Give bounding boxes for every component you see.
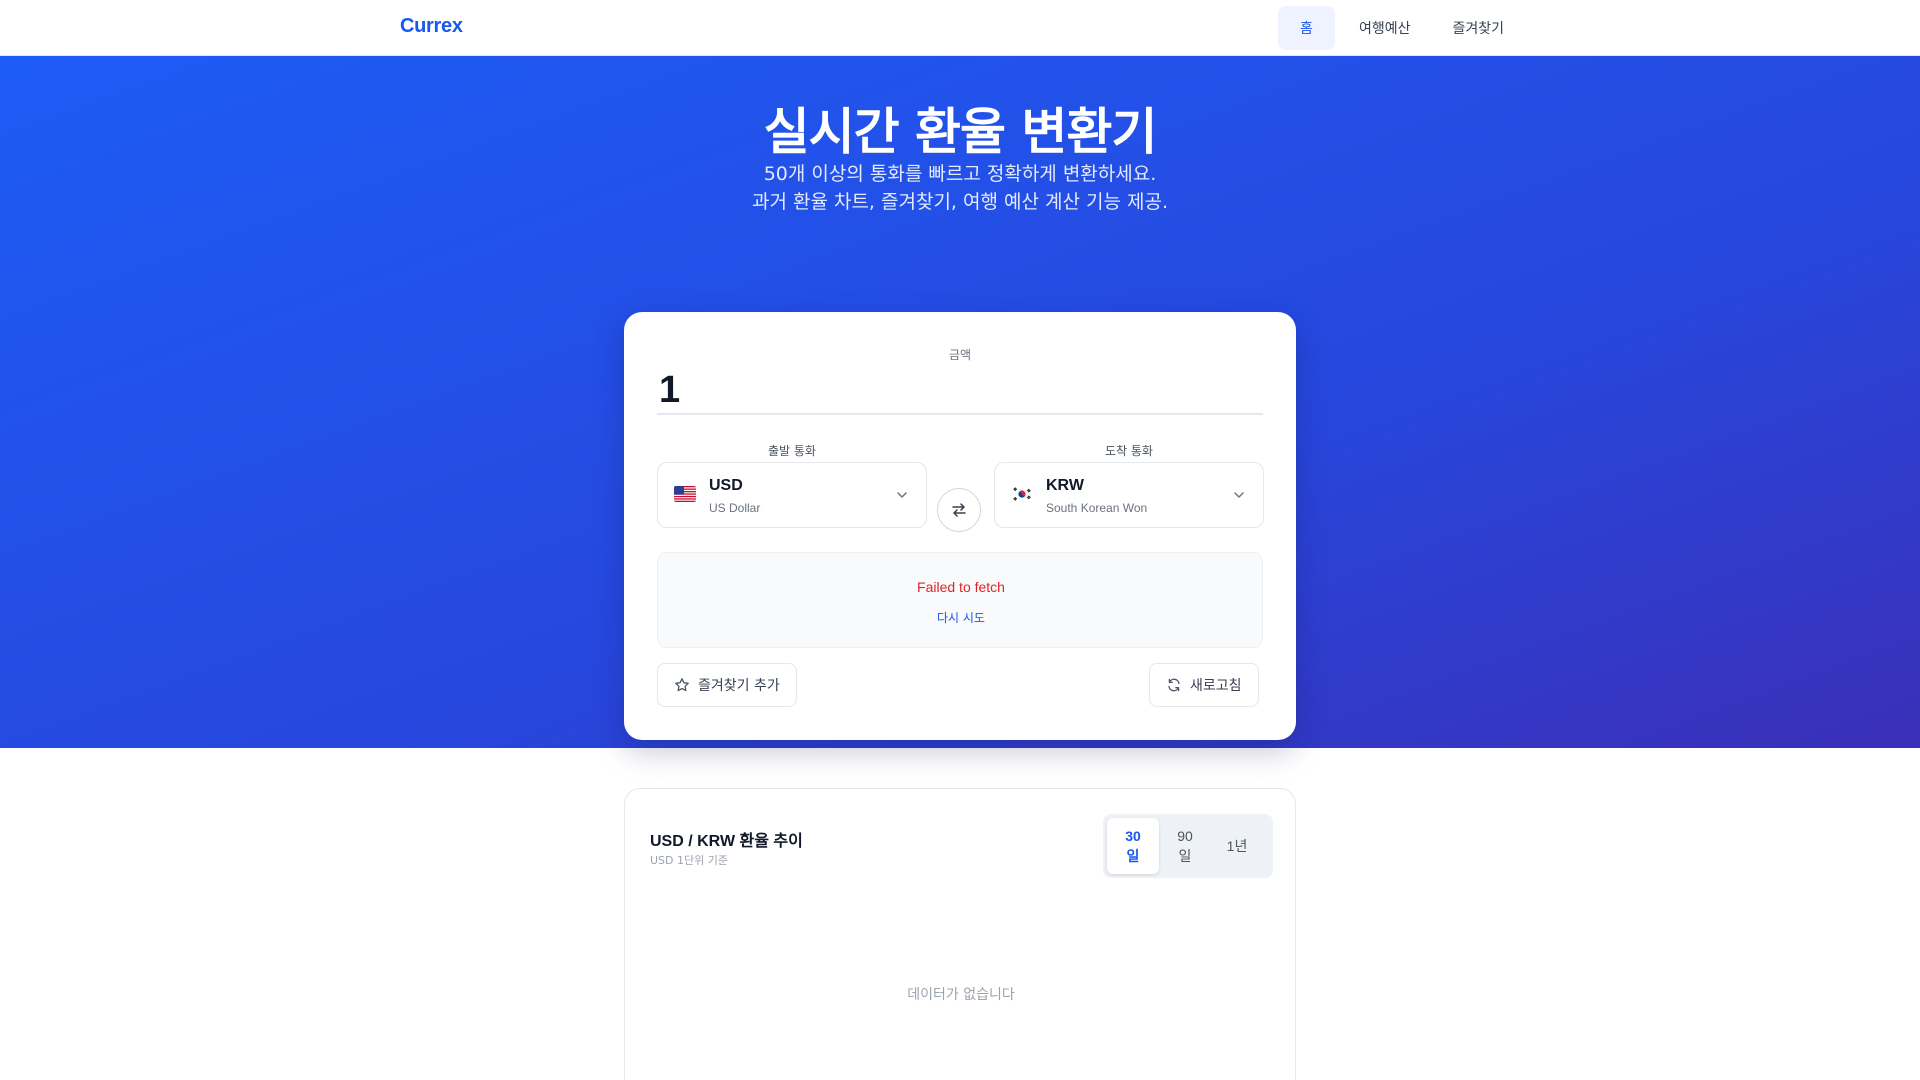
- range-90d-label: 90일: [1177, 828, 1193, 864]
- result-box: Failed to fetch 다시 시도: [657, 552, 1263, 648]
- hero-section: 실시간 환율 변환기 50개 이상의 통화를 빠르고 정확하게 변환하세요. 과…: [0, 56, 1920, 748]
- to-currency-name: South Korean Won: [1046, 501, 1148, 515]
- chart-subtitle: USD 1단위 기준: [650, 854, 728, 867]
- swap-currencies-button[interactable]: [937, 488, 981, 532]
- chart-empty-state: 데이터가 없습니다: [907, 987, 1015, 1003]
- retry-link[interactable]: 다시 시도: [658, 609, 1264, 626]
- refresh-label: 새로고침: [1190, 678, 1242, 694]
- chevron-down-icon: [1234, 492, 1244, 498]
- from-currency-label: 출발 통화: [768, 444, 816, 458]
- hero-subtitle-line-2: 과거 환율 차트, 즐겨찾기, 여행 예산 계산 기능 제공.: [751, 191, 1169, 213]
- range-90d-button[interactable]: 90일: [1159, 818, 1211, 874]
- nav-menu: 홈 여행예산 즐겨찾기: [1278, 6, 1522, 50]
- range-30d-button[interactable]: 30일: [1107, 818, 1159, 874]
- nav-item-home[interactable]: 홈: [1278, 6, 1335, 50]
- top-nav: Currex 홈 여행예산 즐겨찾기: [0, 0, 1920, 56]
- hero-subtitle: 50개 이상의 통화를 빠르고 정확하게 변환하세요. 과거 환율 차트, 즐겨…: [0, 160, 1920, 216]
- converter-card: 금액 출발 통화 USD US Dollar: [624, 312, 1296, 740]
- amount-label: 금액: [948, 348, 972, 362]
- rate-chart-card: USD / KRW 환율 추이 USD 1단위 기준 30일 90일 1년 데이…: [624, 788, 1296, 1080]
- nav-item-favorites[interactable]: 즐겨찾기: [1434, 6, 1522, 50]
- nav-item-travel-budget[interactable]: 여행예산: [1341, 6, 1429, 50]
- star-icon: [675, 678, 689, 692]
- hero-subtitle-line-1: 50개 이상의 통화를 빠르고 정확하게 변환하세요.: [763, 163, 1157, 185]
- from-currency-code: USD: [709, 477, 743, 494]
- range-1y-label: 1년: [1226, 838, 1248, 854]
- chart-title: USD / KRW 환율 추이: [650, 833, 803, 850]
- chevron-down-icon: [897, 492, 907, 498]
- from-currency-select[interactable]: USD US Dollar: [657, 462, 927, 528]
- from-currency-name: US Dollar: [709, 501, 761, 515]
- amount-input[interactable]: [657, 367, 1263, 415]
- add-favorite-label: 즐겨찾기 추가: [698, 678, 780, 694]
- refresh-icon: [1168, 678, 1180, 692]
- range-1y-button[interactable]: 1년: [1211, 818, 1263, 874]
- to-currency-label: 도착 통화: [1105, 444, 1153, 458]
- hero-title: 실시간 환율 변환기: [763, 103, 1158, 161]
- range-30d-label: 30일: [1125, 828, 1141, 864]
- kr-flag-icon: [1011, 486, 1033, 502]
- us-flag-icon: [674, 486, 696, 502]
- brand-logo[interactable]: Currex: [400, 15, 463, 38]
- error-message: Failed to fetch: [917, 579, 1005, 595]
- add-favorite-button[interactable]: 즐겨찾기 추가: [657, 663, 797, 707]
- swap-arrows-icon: [952, 503, 966, 517]
- to-currency-select[interactable]: KRW South Korean Won: [994, 462, 1264, 528]
- range-toggle: 30일 90일 1년: [1103, 814, 1273, 878]
- to-currency-code: KRW: [1046, 477, 1084, 494]
- refresh-button[interactable]: 새로고침: [1149, 663, 1259, 707]
